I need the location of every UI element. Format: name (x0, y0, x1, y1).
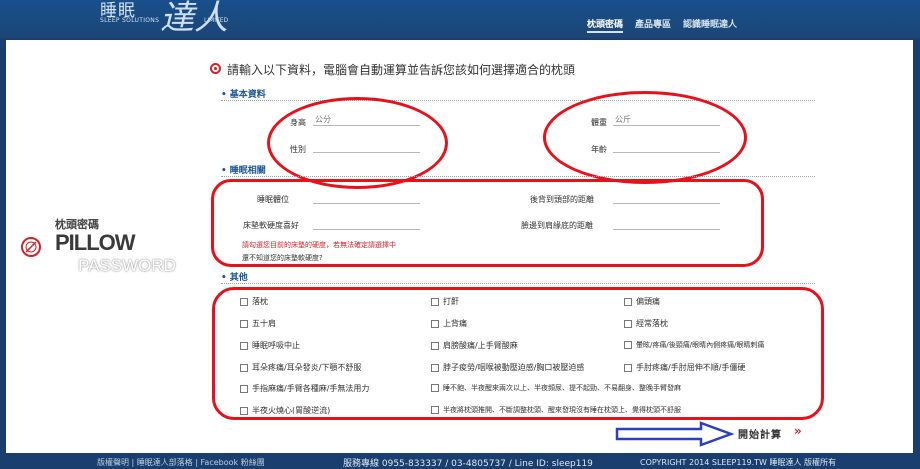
checkbox-item[interactable]: 經常落枕 (624, 318, 668, 329)
start-calculation-button[interactable]: 開始計算 (738, 426, 782, 441)
site-logo-ltd: LIMITED (204, 17, 229, 24)
checkbox-label: 暈眩/疼痛/後頸痛/眼睛內側疼痛/眼睛刺痛 (636, 341, 765, 349)
checkbox-label: 偏頭痛 (636, 297, 660, 306)
checkbox-item[interactable]: 上背痛 (431, 318, 467, 329)
form-heading: 請輸入以下資料，電腦會自動運算並告訴您該如何選擇適合的枕頭 (227, 63, 576, 77)
top-header: 睡眠 達人 SLEEP SOLUTIONS LIMITED 枕頭密碼 產品專區 … (0, 0, 920, 38)
checkbox-item[interactable]: 落枕 (240, 296, 268, 307)
checkbox-label: 落枕 (252, 297, 268, 306)
checkbox-label: 打鼾 (443, 297, 459, 306)
checkbox-label: 睡眠呼吸中止 (252, 341, 300, 350)
main-nav: 枕頭密碼 產品專區 認識睡眠達人 (586, 17, 737, 33)
chevron-right-icon[interactable]: » (794, 424, 802, 438)
checkbox-label: 睡不飽、半夜醒來兩次以上、半夜頻尿、提不起勁、不易翻身、整晚手臂發麻 (443, 384, 681, 392)
highlight-box-sleep (211, 179, 764, 267)
footer-links[interactable]: 版權聲明 | 睡眠達人部落格 | Facebook 粉絲團 (97, 457, 265, 468)
checkbox[interactable] (431, 384, 439, 392)
checkbox[interactable] (624, 319, 632, 328)
checkbox[interactable] (431, 406, 439, 414)
nav-item-products[interactable]: 產品專區 (635, 17, 671, 33)
highlight-box-other (212, 287, 824, 420)
checkbox-item[interactable]: 半夜火燒心(胃酸逆流) (240, 405, 330, 416)
checkbox-item[interactable]: 暈眩/疼痛/後頸痛/眼睛內側疼痛/眼睛刺痛 (624, 340, 764, 350)
checkbox-label: 手指麻痛/手臂各種麻/手無法用力 (252, 384, 370, 393)
checkbox-item[interactable]: 手肘疼痛/手肘屈伸不順/手僵硬 (624, 362, 745, 373)
checkbox[interactable] (240, 406, 248, 415)
section-divider (221, 176, 815, 177)
checkbox-item[interactable]: 睡不飽、半夜醒來兩次以上、半夜頻尿、提不起勁、不易翻身、整晚手臂發麻 (431, 383, 681, 393)
checkbox-item[interactable]: 半夜將枕頭推開、不斷調整枕頭、醒來發現沒有睡在枕頭上、覺得枕頭不舒服 (431, 405, 681, 415)
nav-item-pillow-password[interactable]: 枕頭密碼 (586, 17, 623, 33)
footer: 版權聲明 | 睡眠達人部落格 | Facebook 粉絲團 服務專線 0955-… (0, 453, 920, 469)
checkbox[interactable] (240, 341, 248, 350)
checkbox[interactable] (431, 319, 439, 328)
checkbox[interactable] (240, 384, 248, 393)
checkbox-label: 上背痛 (443, 319, 467, 328)
footer-contact: 服務專線 0955-833337 / 03-4805737 / Line ID:… (343, 459, 593, 469)
checkbox[interactable] (624, 363, 632, 372)
checkbox-item[interactable]: 脖子痠勞/咽喉被動壓迫感/胸口被壓迫感 (431, 362, 584, 373)
checkbox-item[interactable]: 手指麻痛/手臂各種麻/手無法用力 (240, 383, 369, 394)
checkbox[interactable] (624, 297, 632, 306)
pillow-subtitle: PASSWORD (78, 256, 176, 275)
checkbox-label: 脖子痠勞/咽喉被動壓迫感/胸口被壓迫感 (443, 363, 585, 372)
checkbox-item[interactable]: 五十肩 (240, 318, 276, 329)
highlight-circle-right (543, 91, 747, 184)
nav-item-about[interactable]: 認識睡眠達人 (683, 17, 737, 33)
checkbox[interactable] (240, 297, 248, 306)
checkbox-label: 經常落枕 (636, 319, 668, 328)
checkbox[interactable] (624, 341, 632, 349)
checkbox-item[interactable]: 偏頭痛 (624, 296, 660, 307)
pillow-title-en: PILLOW (55, 230, 136, 255)
checkbox[interactable] (431, 297, 439, 306)
section-basic-title: 基本資料 (221, 87, 266, 100)
checkbox-item[interactable]: 肩膀酸痛/上手臂酸麻 (431, 340, 518, 351)
footer-copyright: COPYRIGHT 2014 SLEEP119.TW 睡眠達人 版權所有 (640, 458, 837, 467)
checkbox-label: 半夜將枕頭推開、不斷調整枕頭、醒來發現沒有睡在枕頭上、覺得枕頭不舒服 (443, 406, 681, 414)
checkbox-label: 耳朵疼痛/耳朵發炎/下顎不舒服 (252, 363, 362, 372)
checkbox[interactable] (431, 363, 439, 372)
checkbox-item[interactable]: 打鼾 (431, 296, 459, 307)
site-logo-sub: SLEEP SOLUTIONS (100, 17, 160, 24)
checkbox-label: 肩膀酸痛/上手臂酸麻 (443, 341, 518, 350)
checkbox[interactable] (431, 341, 439, 350)
checkbox[interactable] (240, 363, 248, 372)
checkbox-label: 五十肩 (252, 319, 276, 328)
checkbox-item[interactable]: 耳朵疼痛/耳朵發炎/下顎不舒服 (240, 362, 361, 373)
target-icon (210, 63, 221, 74)
checkbox-label: 手肘疼痛/手肘屈伸不順/手僵硬 (636, 363, 746, 372)
compass-icon (21, 237, 41, 257)
section-sleep-title: 睡眠相關 (221, 163, 266, 176)
checkbox-item[interactable]: 睡眠呼吸中止 (240, 340, 300, 351)
arrow-right-icon (615, 421, 735, 447)
checkbox[interactable] (240, 319, 248, 328)
section-other-title: 其他 (221, 270, 248, 283)
section-divider (221, 283, 815, 284)
section-divider (221, 100, 815, 101)
checkbox-label: 半夜火燒心(胃酸逆流) (252, 406, 331, 415)
